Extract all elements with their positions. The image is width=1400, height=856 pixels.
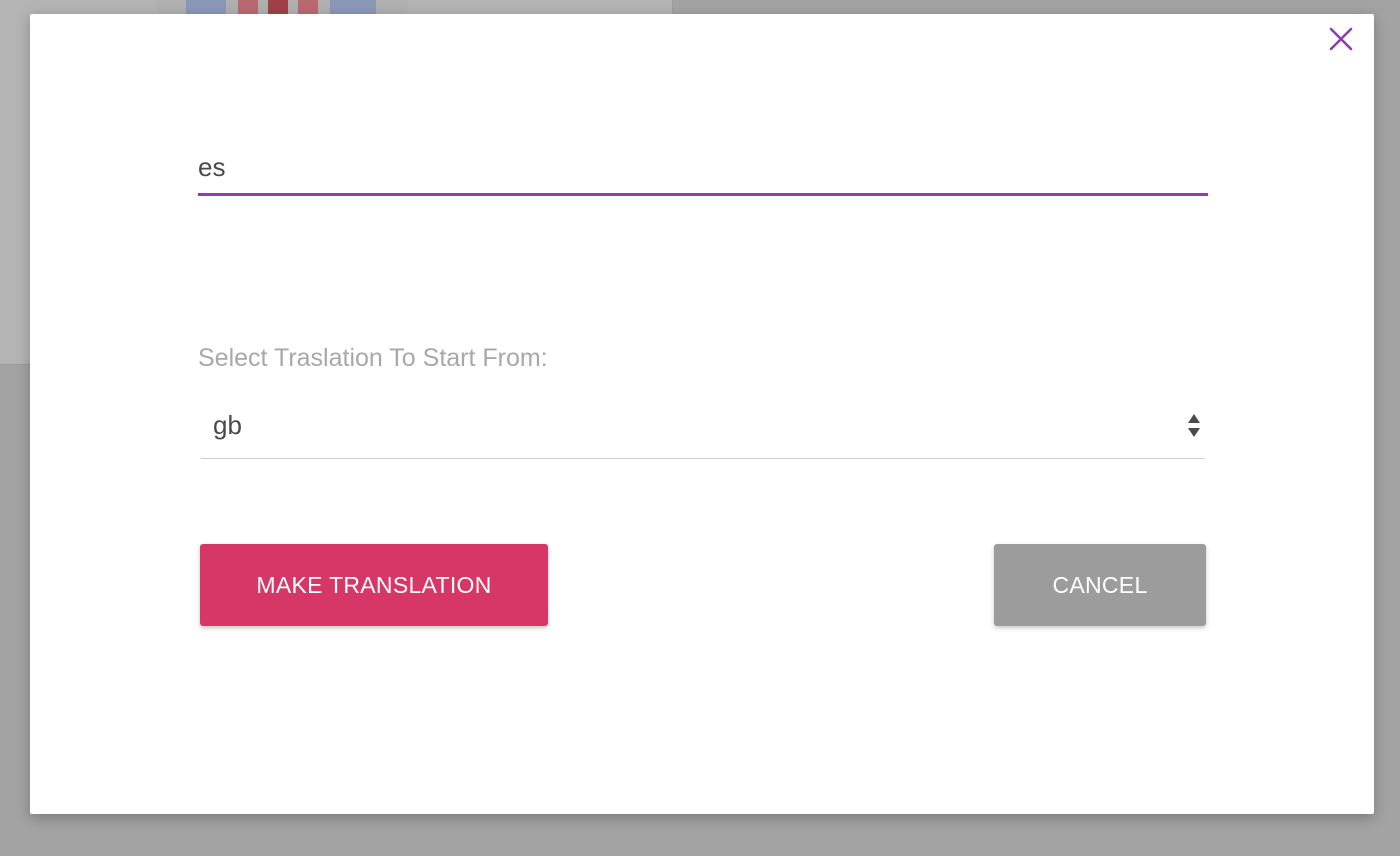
close-icon <box>1329 27 1353 51</box>
select-arrows-icon <box>1188 414 1200 437</box>
create-translation-dialog: Select Traslation To Start From: gb MAKE… <box>30 14 1374 814</box>
close-button[interactable] <box>1328 26 1354 52</box>
select-translation-label: Select Traslation To Start From: <box>198 344 548 372</box>
background-flag-image <box>156 0 408 14</box>
source-translation-select[interactable]: gb <box>201 404 1205 459</box>
select-selected-value: gb <box>213 410 242 440</box>
cancel-button[interactable]: CANCEL <box>994 544 1206 626</box>
make-translation-button[interactable]: MAKE TRANSLATION <box>200 544 548 626</box>
language-code-input[interactable] <box>198 142 1208 196</box>
